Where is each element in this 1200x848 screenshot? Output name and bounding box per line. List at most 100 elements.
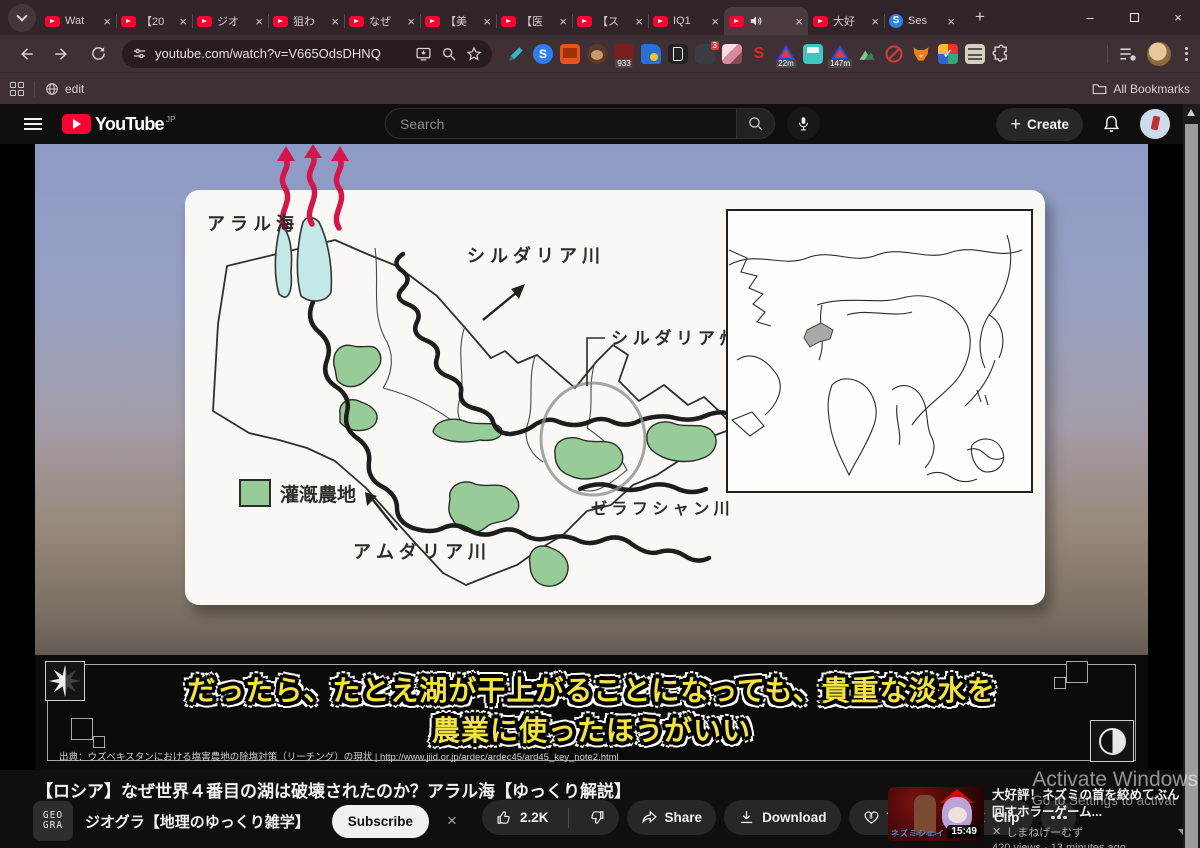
chevron-down-icon: [16, 10, 27, 21]
tab-close-icon[interactable]: ×: [103, 14, 111, 29]
address-bar[interactable]: youtube.com/watch?v=V665OdsDHNQ: [122, 40, 492, 68]
blocker-extension-icon[interactable]: [884, 44, 904, 64]
channel-name[interactable]: ジオグラ【地理のゆっくり雑学】: [85, 811, 310, 832]
minimize-button[interactable]: –: [1068, 0, 1112, 35]
search-input[interactable]: [400, 116, 722, 132]
alert-extension-icon-1[interactable]: 22m: [776, 44, 796, 64]
tv-extension-icon[interactable]: [560, 44, 580, 64]
page-scrollbar[interactable]: [1183, 104, 1200, 848]
notifications-bell-icon[interactable]: [1101, 114, 1122, 135]
session-extension-icon[interactable]: S: [533, 44, 553, 64]
recommended-channel[interactable]: ✕しまねげーむず: [992, 824, 1188, 840]
tab-6[interactable]: 【美×: [420, 7, 496, 35]
url-text[interactable]: youtube.com/watch?v=V665OdsDHNQ: [155, 46, 415, 61]
scrollbar-thumb[interactable]: [1185, 124, 1198, 848]
youtube-logo[interactable]: YouTube JP: [62, 114, 176, 135]
channel-avatar[interactable]: GEO GRA: [33, 801, 73, 841]
like-count: 2.2K: [520, 810, 549, 825]
floppy-extension-icon[interactable]: [803, 44, 823, 64]
dislike-button[interactable]: [576, 800, 619, 835]
guide-menu-button[interactable]: [24, 114, 42, 133]
tab-search-button[interactable]: [8, 4, 36, 32]
phone-extension-icon[interactable]: 3: [695, 44, 715, 64]
subscribe-button[interactable]: Subscribe: [332, 805, 429, 838]
search-button[interactable]: [737, 108, 775, 139]
reload-button[interactable]: [85, 41, 111, 67]
video-frame[interactable]: 灌漑農地 ア ラ ル 海 シ ル ダ リ ア 川 シ ル ダ リ ア 州 ゼ ラ…: [35, 144, 1148, 770]
close-window-button[interactable]: ×: [1156, 0, 1200, 35]
reading-list-icon[interactable]: [1118, 46, 1137, 62]
new-tab-button[interactable]: +: [966, 4, 994, 32]
tab-close-icon[interactable]: ×: [947, 14, 955, 29]
tab-4[interactable]: 狙わ×: [268, 7, 344, 35]
maximize-button[interactable]: [1112, 0, 1156, 35]
youtube-favicon: [45, 16, 60, 27]
tab-5[interactable]: なぜ×: [344, 7, 420, 35]
tab-11[interactable]: 大好×: [808, 7, 884, 35]
search-bar[interactable]: [385, 108, 737, 139]
tab-close-icon[interactable]: ×: [483, 14, 491, 29]
dismiss-x-icon[interactable]: ✕: [992, 825, 1001, 838]
monkey-extension-icon[interactable]: [587, 44, 607, 64]
tab-2[interactable]: 【20×: [116, 7, 192, 35]
tab-8[interactable]: 【ス×: [572, 7, 648, 35]
tab-close-icon[interactable]: ×: [559, 14, 567, 29]
site-info-icon[interactable]: [132, 46, 147, 61]
apps-grid-icon[interactable]: [10, 82, 24, 96]
dismiss-icon[interactable]: ×: [447, 811, 457, 831]
all-bookmarks-button[interactable]: All Bookmarks: [1092, 82, 1190, 96]
like-button[interactable]: 2.2K: [482, 800, 561, 835]
tab-9[interactable]: IQ1×: [648, 7, 724, 35]
tab-close-icon[interactable]: ×: [871, 14, 879, 29]
extensions-puzzle-icon[interactable]: [992, 44, 1012, 64]
color-check-extension-icon[interactable]: ✓: [938, 44, 958, 64]
fox-extension-icon[interactable]: [911, 44, 931, 64]
session-favicon: S: [889, 14, 903, 28]
terrain-extension-icon[interactable]: [857, 44, 877, 64]
voice-search-button[interactable]: [787, 107, 820, 140]
bookmark-edit[interactable]: edit: [45, 82, 84, 96]
forward-button[interactable]: [49, 41, 75, 67]
news-extension-icon[interactable]: [965, 44, 985, 64]
tab-close-icon[interactable]: ×: [331, 14, 339, 29]
share-button[interactable]: Share: [627, 800, 717, 835]
tab-session[interactable]: SSes×: [884, 7, 960, 35]
docs-extension-icon[interactable]: [641, 44, 661, 64]
download-button[interactable]: Download: [724, 800, 841, 835]
pencil-extension-icon[interactable]: [506, 44, 526, 64]
tab-active-current-video[interactable]: ×: [724, 7, 808, 35]
chrome-menu-button[interactable]: [1181, 43, 1192, 65]
tab-close-icon[interactable]: ×: [255, 14, 263, 29]
tab-close-icon[interactable]: ×: [795, 14, 803, 29]
tab-7[interactable]: 【医×: [496, 7, 572, 35]
tab-close-icon[interactable]: ×: [635, 14, 643, 29]
recommended-video-card[interactable]: ネズミシェイ 15:49 大好評！ネズミの首を絞めてぶん回すホラーゲーム... …: [888, 787, 1188, 848]
zoom-icon[interactable]: [441, 46, 457, 62]
recommended-info: 大好評！ネズミの首を絞めてぶん回すホラーゲーム... ✕しまねげーむず 420 …: [992, 787, 1188, 848]
bookmark-star-icon[interactable]: [466, 46, 482, 62]
tab-close-icon[interactable]: ×: [407, 14, 415, 29]
create-button[interactable]: +Create: [996, 108, 1083, 141]
scroll-up-arrow[interactable]: [1187, 109, 1195, 116]
window-controls: – ×: [1068, 0, 1200, 35]
label-syr-darya-river: シ ル ダ リ ア 川: [467, 245, 600, 266]
seo-extension-icon[interactable]: S: [749, 44, 769, 64]
account-avatar[interactable]: [1140, 109, 1170, 139]
video-player[interactable]: 灌漑農地 ア ラ ル 海 シ ル ダ リ ア 川 シ ル ダ リ ア 州 ゼ ラ…: [0, 144, 1183, 770]
install-icon[interactable]: [415, 45, 432, 62]
alert-extension-icon-2[interactable]: 147m: [830, 44, 850, 64]
anime-extension-icon[interactable]: [722, 44, 742, 64]
heart-dollar-icon: $: [863, 809, 880, 826]
counter-extension-icon[interactable]: 933: [614, 44, 634, 64]
plus-icon: +: [1010, 114, 1021, 135]
tab-3[interactable]: ジオ×: [192, 7, 268, 35]
youtube-favicon: [653, 16, 668, 27]
recommended-thumbnail[interactable]: ネズミシェイ 15:49: [888, 787, 984, 841]
recommended-title[interactable]: 大好評！ネズミの首を絞めてぶん回すホラーゲーム...: [992, 787, 1180, 821]
profile-avatar[interactable]: [1147, 42, 1171, 66]
tab-close-icon[interactable]: ×: [711, 14, 719, 29]
book-extension-icon[interactable]: [668, 44, 688, 64]
tab-watch-later[interactable]: Wat×: [40, 7, 116, 35]
tab-close-icon[interactable]: ×: [179, 14, 187, 29]
back-button[interactable]: [13, 41, 39, 67]
